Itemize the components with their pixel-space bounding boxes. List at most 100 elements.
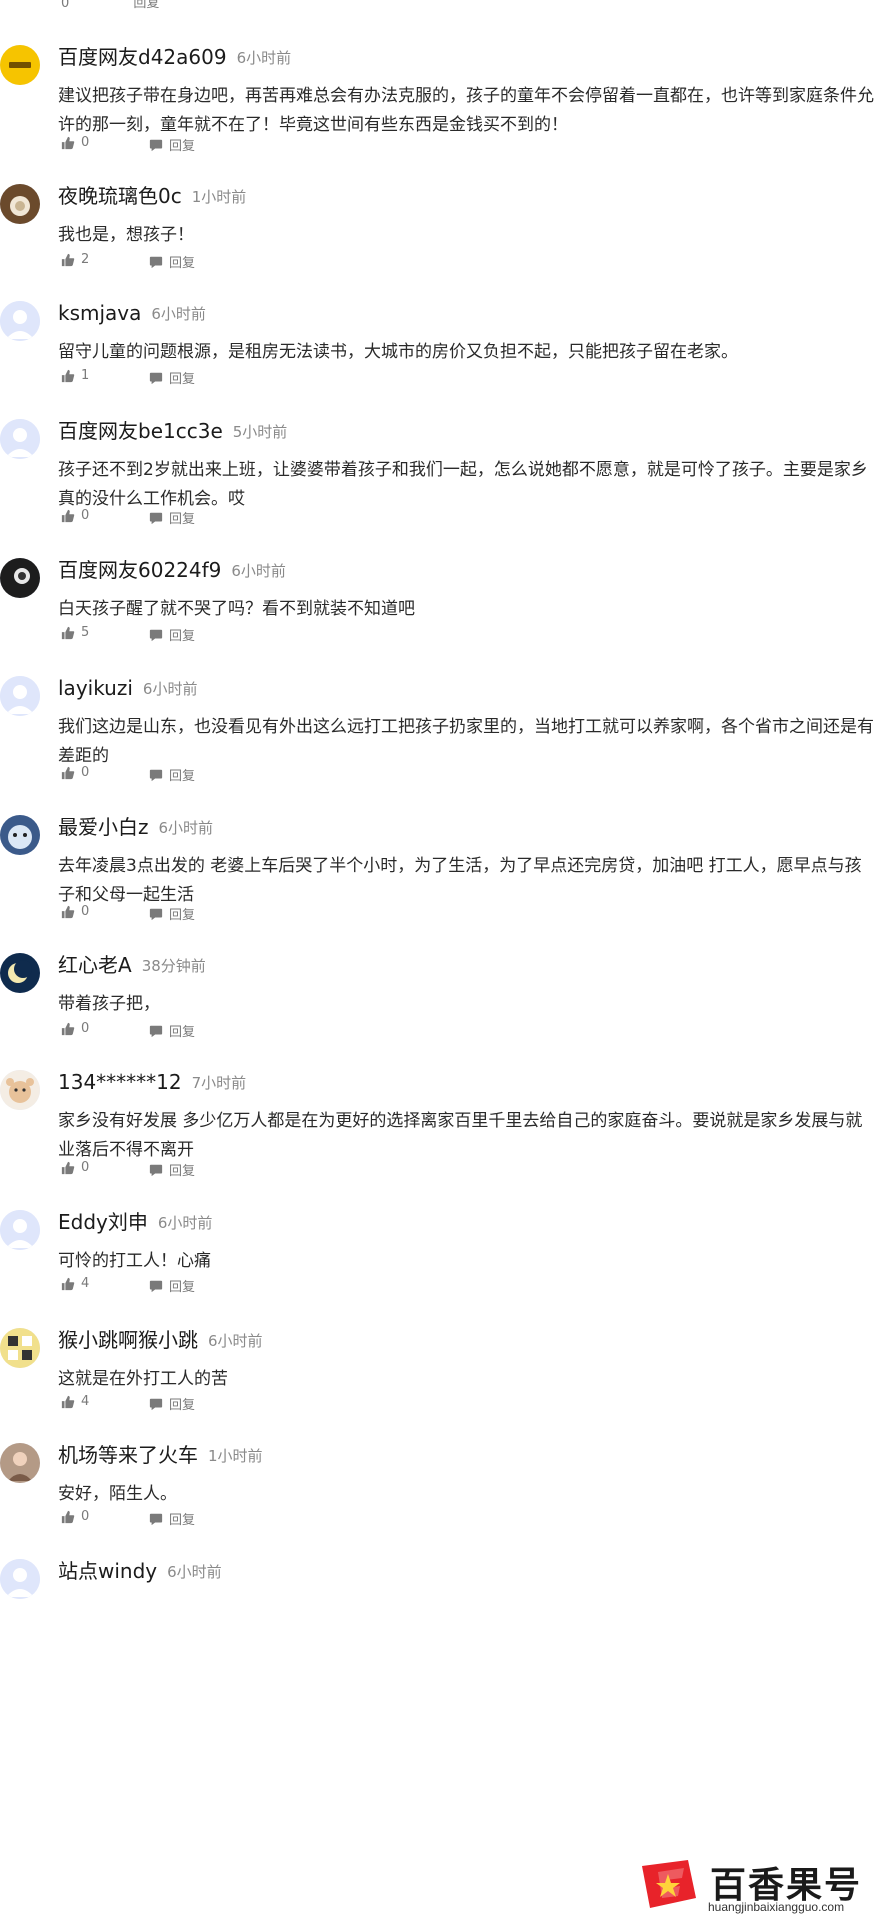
avatar[interactable] — [0, 419, 40, 459]
username-row: 134******12 7小时前 — [58, 1069, 246, 1096]
comment-text: 安好，陌生人。 — [58, 1484, 177, 1504]
thumbs-up-icon — [61, 1277, 75, 1290]
like-button[interactable]: 2 — [61, 252, 89, 267]
username[interactable]: 站点windy — [58, 1559, 157, 1583]
username-row: 最爱小白z 6小时前 — [58, 814, 213, 841]
username-row: Eddy刘申 6小时前 — [58, 1209, 212, 1236]
thumbs-up-icon — [61, 1161, 75, 1174]
avatar[interactable] — [0, 1559, 40, 1599]
comment-bubble-icon — [149, 629, 163, 641]
like-button[interactable]: 0 — [61, 135, 89, 150]
username-row: ksmjava 6小时前 — [58, 300, 206, 327]
avatar[interactable] — [0, 953, 40, 993]
avatar[interactable] — [0, 301, 40, 341]
username-row: 猴小跳啊猴小跳 6小时前 — [58, 1327, 263, 1354]
thumbs-up-icon — [61, 1022, 75, 1035]
username-row: 夜晚琉璃色0c 1小时前 — [58, 183, 246, 210]
thumbs-up-icon — [61, 369, 75, 382]
avatar[interactable] — [0, 184, 40, 224]
avatar[interactable] — [0, 1070, 40, 1110]
thumbs-up-icon — [61, 253, 75, 266]
comment-bubble-icon — [149, 1280, 163, 1292]
username[interactable]: layikuzi — [58, 676, 133, 700]
timestamp: 6小时前 — [167, 1563, 222, 1581]
username-row: 百度网友60224f9 6小时前 — [58, 557, 286, 584]
watermark: 百香果号 huangjinbaixiangguo.com — [638, 1856, 886, 1920]
username[interactable]: ksmjava — [58, 301, 141, 325]
reply-button[interactable]: 回复 — [149, 904, 195, 923]
reply-button[interactable]: 回复 — [149, 1394, 195, 1413]
reply-button[interactable]: 回复 — [149, 368, 195, 387]
avatar[interactable] — [0, 45, 40, 85]
reply-button[interactable]: 回复 — [149, 1509, 195, 1528]
timestamp: 1小时前 — [191, 188, 247, 206]
like-button[interactable]: 0 — [61, 765, 89, 780]
username[interactable]: Eddy刘申 — [58, 1210, 148, 1234]
like-button[interactable]: 0 — [61, 1509, 89, 1524]
timestamp: 38分钟前 — [141, 957, 206, 975]
username[interactable]: 百度网友d42a609 — [58, 45, 227, 69]
avatar[interactable] — [0, 1443, 40, 1483]
username-row: 红心老A 38分钟前 — [58, 952, 206, 979]
username-row: 站点windy 6小时前 — [58, 1558, 222, 1585]
username-row: 百度网友d42a609 6小时前 — [58, 44, 291, 71]
username[interactable]: 最爱小白z — [58, 815, 149, 839]
avatar[interactable] — [0, 1210, 40, 1250]
timestamp: 6小时前 — [142, 680, 198, 698]
reply-button[interactable]: 回复 — [149, 1021, 195, 1040]
avatar[interactable] — [0, 815, 40, 855]
like-button[interactable]: 0 — [61, 904, 89, 919]
thumbs-up-icon — [61, 1395, 75, 1408]
like-button[interactable]: 4 — [61, 1394, 89, 1409]
like-button[interactable]: 0 — [61, 1160, 89, 1175]
like-count: 1 — [81, 368, 90, 383]
reply-button[interactable]: 回复 — [149, 1160, 195, 1179]
timestamp: 6小时前 — [236, 49, 292, 67]
reply-button[interactable]: 回复 — [149, 508, 195, 527]
avatar[interactable] — [0, 676, 40, 716]
like-button[interactable]: 4 — [61, 1276, 89, 1291]
username[interactable]: 夜晚琉璃色0c — [58, 184, 182, 208]
reply-label: 回复 — [169, 769, 196, 784]
like-button[interactable]: 0 — [61, 1021, 89, 1036]
reply-button[interactable]: 回复 — [149, 765, 195, 784]
reply-label: 回复 — [169, 908, 196, 923]
thumbs-up-icon — [61, 905, 75, 918]
comment-bubble-icon — [149, 256, 163, 268]
reply-label: 回复 — [169, 372, 196, 387]
like-count: 0 — [81, 904, 90, 919]
like-count: 4 — [81, 1276, 90, 1291]
like-button[interactable]: 1 — [61, 368, 89, 383]
username[interactable]: 百度网友60224f9 — [58, 558, 221, 582]
thumbs-up-icon — [61, 136, 75, 149]
like-button[interactable]: 0 — [61, 508, 89, 523]
reply-button[interactable]: 回复 — [149, 1276, 195, 1295]
username[interactable]: 猴小跳啊猴小跳 — [58, 1328, 198, 1352]
username-row: 机场等来了火车 1小时前 — [58, 1442, 263, 1469]
like-count[interactable]: 0 — [61, 0, 69, 11]
comment-bubble-icon — [149, 139, 163, 151]
reply-label: 回复 — [169, 1513, 196, 1528]
like-button[interactable]: 5 — [61, 625, 89, 640]
like-count: 5 — [81, 625, 90, 640]
reply-label[interactable]: 回复 — [133, 0, 159, 11]
reply-label: 回复 — [169, 1025, 196, 1040]
reply-label: 回复 — [169, 512, 196, 527]
comment-bubble-icon — [149, 512, 163, 524]
reply-label: 回复 — [169, 1164, 196, 1179]
thumbs-up-icon — [61, 1510, 75, 1523]
comment-text: 我也是，想孩子！ — [58, 225, 194, 245]
avatar[interactable] — [0, 1328, 40, 1368]
comment-bubble-icon — [149, 1025, 163, 1037]
reply-button[interactable]: 回复 — [149, 252, 195, 271]
username[interactable]: 红心老A — [58, 953, 132, 977]
avatar[interactable] — [0, 558, 40, 598]
timestamp: 7小时前 — [191, 1074, 247, 1092]
thumbs-up-icon — [61, 509, 75, 522]
username[interactable]: 机场等来了火车 — [58, 1443, 198, 1467]
username[interactable]: 百度网友be1cc3e — [58, 419, 223, 443]
reply-button[interactable]: 回复 — [149, 625, 195, 644]
username-row: 百度网友be1cc3e 5小时前 — [58, 418, 287, 445]
username[interactable]: 134******12 — [58, 1070, 182, 1094]
reply-button[interactable]: 回复 — [149, 135, 195, 154]
